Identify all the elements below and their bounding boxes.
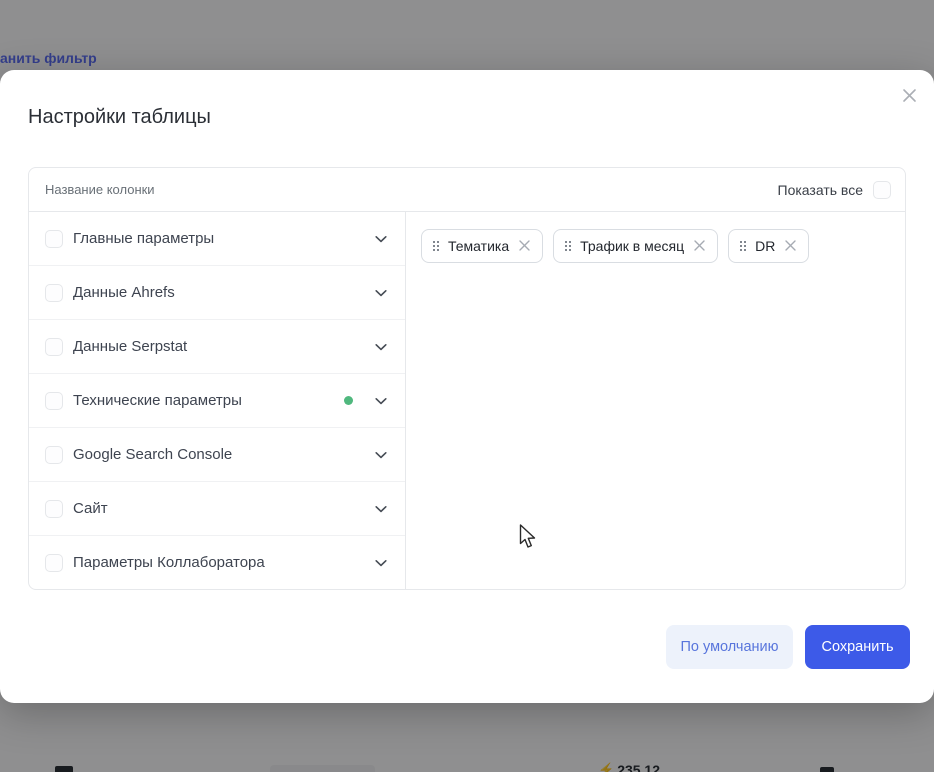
chip-label: Трафик в месяц — [580, 238, 684, 254]
show-all-label: Показать все — [778, 182, 863, 198]
selected-column-chip[interactable]: Трафик в месяц — [553, 229, 718, 263]
table-settings-dialog: Настройки таблицы Название колонки Показ… — [0, 70, 934, 703]
dialog-title: Настройки таблицы — [28, 106, 211, 129]
group-label: Google Search Console — [73, 446, 232, 463]
save-button[interactable]: Сохранить — [805, 625, 910, 669]
parameter-group-row[interactable]: Данные Ahrefs — [29, 266, 405, 320]
parameter-group-row[interactable]: Сайт — [29, 482, 405, 536]
group-label: Данные Ahrefs — [73, 284, 175, 301]
chevron-down-icon[interactable] — [373, 447, 389, 463]
show-all-checkbox[interactable] — [873, 181, 891, 199]
selected-indicator-dot — [344, 396, 353, 405]
group-label: Данные Serpstat — [73, 338, 187, 355]
group-checkbox[interactable] — [45, 554, 63, 572]
parameter-groups-list: Главные параметры Данные Ahrefs Данные S… — [29, 212, 406, 589]
panel-body: Главные параметры Данные Ahrefs Данные S… — [29, 212, 905, 589]
parameter-group-row[interactable]: Главные параметры — [29, 212, 405, 266]
chevron-down-icon[interactable] — [373, 555, 389, 571]
selected-column-chip[interactable]: Тематика — [421, 229, 543, 263]
chevron-down-icon[interactable] — [373, 339, 389, 355]
group-checkbox[interactable] — [45, 500, 63, 518]
chip-label: DR — [755, 238, 775, 254]
group-label: Главные параметры — [73, 230, 214, 247]
dialog-footer: По умолчанию Сохранить — [666, 625, 910, 669]
group-checkbox[interactable] — [45, 392, 63, 410]
parameter-group-row[interactable]: Технические параметры — [29, 374, 405, 428]
chevron-down-icon[interactable] — [373, 501, 389, 517]
chip-remove-icon[interactable] — [693, 239, 706, 254]
column-name-label: Название колонки — [45, 182, 155, 197]
group-label: Параметры Коллаборатора — [73, 554, 265, 571]
chevron-down-icon[interactable] — [373, 393, 389, 409]
chip-remove-icon[interactable] — [518, 239, 531, 254]
group-checkbox[interactable] — [45, 446, 63, 464]
drag-handle-icon[interactable] — [740, 241, 746, 251]
group-label: Технические параметры — [73, 392, 242, 409]
group-checkbox[interactable] — [45, 284, 63, 302]
chip-label: Тематика — [448, 238, 509, 254]
drag-handle-icon[interactable] — [565, 241, 571, 251]
chevron-down-icon[interactable] — [373, 285, 389, 301]
close-icon[interactable] — [897, 83, 921, 107]
selected-column-chip[interactable]: DR — [728, 229, 809, 263]
parameter-group-row[interactable]: Google Search Console — [29, 428, 405, 482]
group-checkbox[interactable] — [45, 338, 63, 356]
columns-panel: Название колонки Показать все Главные па… — [28, 167, 906, 590]
drag-handle-icon[interactable] — [433, 241, 439, 251]
group-label: Сайт — [73, 500, 108, 517]
parameter-group-row[interactable]: Данные Serpstat — [29, 320, 405, 374]
group-checkbox[interactable] — [45, 230, 63, 248]
selected-columns-area: Тематика Трафик в месяц DR — [406, 212, 905, 589]
chip-remove-icon[interactable] — [784, 239, 797, 254]
panel-header: Название колонки Показать все — [29, 168, 905, 212]
chevron-down-icon[interactable] — [373, 231, 389, 247]
default-button[interactable]: По умолчанию — [666, 625, 793, 669]
parameter-group-row[interactable]: Параметры Коллаборатора — [29, 536, 405, 589]
